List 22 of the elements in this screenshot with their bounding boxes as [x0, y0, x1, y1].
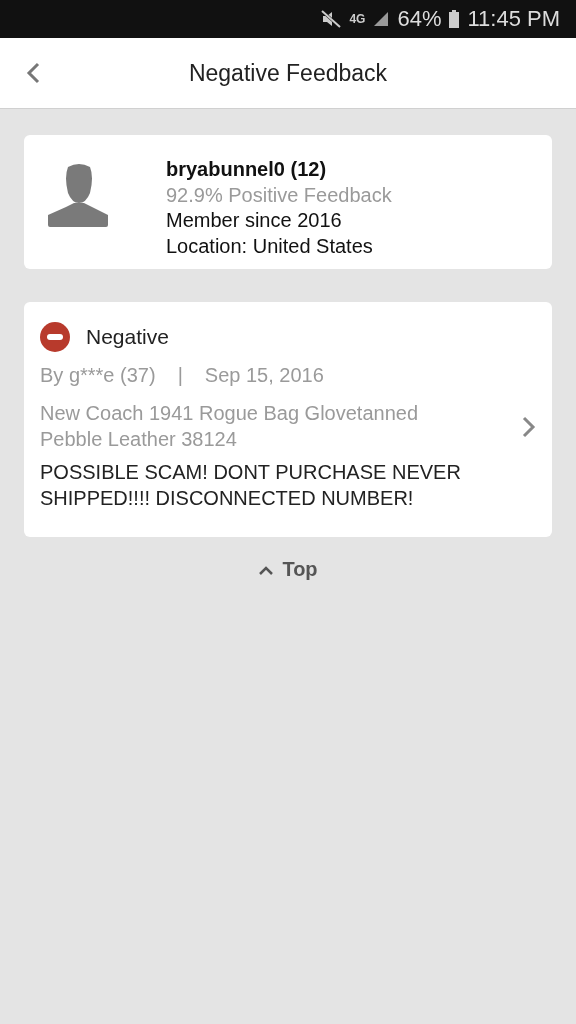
feedback-date: Sep 15, 2016: [204, 364, 324, 387]
top-link[interactable]: Top: [258, 558, 318, 581]
location: Location: United States: [166, 233, 374, 259]
rating-label: Negative: [86, 325, 169, 349]
mute-icon: [321, 10, 342, 28]
battery-icon: [449, 10, 460, 28]
network-label: 4G: [349, 12, 366, 26]
page-title: Negative Feedback: [188, 59, 388, 87]
feedback-author: By g***e (37): [40, 364, 156, 387]
separator: |: [176, 364, 184, 387]
signal-icon: [373, 11, 390, 27]
member-since: Member since 2016: [166, 208, 343, 233]
feedback-comment: POSSIBLE SCAM! DONT PURCHASE NEVER SHIPPED!!!! DISCONNECTED NUMBER!: [40, 460, 462, 511]
avatar-icon: [48, 163, 110, 227]
caret-up-icon: [258, 564, 275, 575]
back-icon[interactable]: [26, 62, 40, 84]
user-score: (12): [290, 158, 327, 180]
clock: 11:45 PM: [467, 6, 560, 32]
chevron-icon[interactable]: [522, 415, 536, 438]
positive-feedback: 92.9% Positive Feedback: [166, 182, 392, 208]
username: bryabunnel0: [166, 158, 285, 180]
battery-percent: 64%: [397, 6, 442, 32]
